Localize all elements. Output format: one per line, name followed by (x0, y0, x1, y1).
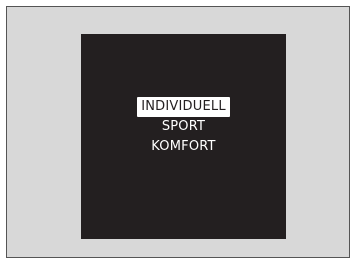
menu-item-komfort[interactable]: KOMFORT (147, 137, 219, 157)
menu-item-sport[interactable]: SPORT (158, 117, 209, 137)
illustration-frame: INDIVIDUELL SPORT KOMFORT (6, 6, 350, 258)
drive-mode-menu: INDIVIDUELL SPORT KOMFORT (81, 97, 286, 157)
display-screen: INDIVIDUELL SPORT KOMFORT (81, 34, 286, 239)
menu-item-individuell[interactable]: INDIVIDUELL (137, 97, 230, 117)
